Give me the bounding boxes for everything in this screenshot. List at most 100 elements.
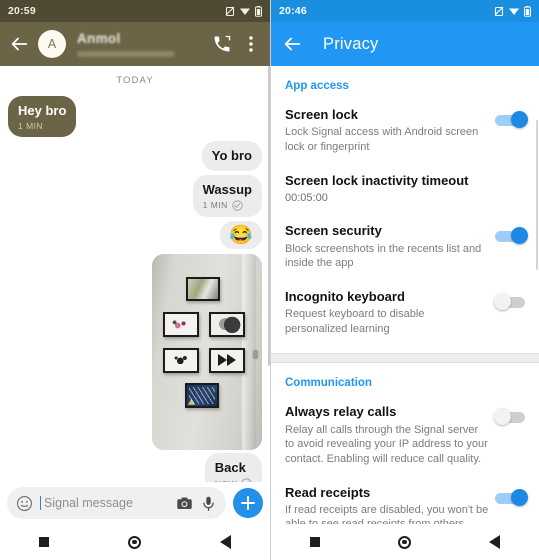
avatar[interactable]: A xyxy=(38,30,66,58)
setting-value: 00:05:00 xyxy=(285,191,328,204)
settings-list[interactable]: App access Screen lock Lock Signal acces… xyxy=(271,66,539,524)
setting-title: Screen lock inactivity timeout xyxy=(285,172,469,188)
contact-title[interactable]: Anmol xyxy=(77,31,202,57)
square-recents-icon[interactable] xyxy=(310,537,320,547)
setting-subtitle: If read receipts are disabled, you won't… xyxy=(285,503,489,524)
silent-icon xyxy=(494,6,504,17)
setting-text: Screen security Block screenshots in the… xyxy=(285,223,495,271)
wifi-icon xyxy=(508,6,520,16)
message-row-outgoing-emoji[interactable]: 😂 xyxy=(8,220,262,249)
left-nav-bar xyxy=(0,524,270,560)
square-recents-icon[interactable] xyxy=(39,537,50,547)
setting-text: Read receipts If read receipts are disab… xyxy=(285,485,495,525)
toggle-screen-lock[interactable] xyxy=(495,111,528,128)
section-header-communication: Communication xyxy=(285,377,372,390)
page-title: Privacy xyxy=(323,34,379,53)
circle-home-icon[interactable] xyxy=(398,535,411,549)
signal-chat-screen: 20:59 A Anmol TODAY Hey bro 1 MIN Yo bro… xyxy=(0,0,270,560)
framed-picture xyxy=(209,347,245,373)
left-status-bar: 20:59 xyxy=(0,0,270,22)
setting-text: Screen lock Lock Signal access with Andr… xyxy=(285,107,495,155)
message-row-outgoing[interactable]: Wassup 1 MIN xyxy=(8,174,262,217)
message-input-pill[interactable]: Signal message xyxy=(7,487,226,519)
circle-home-icon[interactable] xyxy=(127,535,141,549)
toggle-incognito-keyboard[interactable] xyxy=(494,292,527,310)
door-handle xyxy=(253,349,258,359)
contact-name: Anmol xyxy=(77,31,121,46)
toggle-read-receipts[interactable] xyxy=(495,488,528,506)
message-input[interactable]: Signal message xyxy=(44,496,169,510)
setting-title: Incognito keyboard xyxy=(285,288,405,304)
status-icons xyxy=(494,5,531,17)
emoji-smiley-icon[interactable] xyxy=(16,495,33,512)
message-bubble-emoji[interactable]: 😂 xyxy=(220,220,262,249)
message-bubble[interactable]: Yo bro xyxy=(201,141,262,171)
microphone-icon[interactable] xyxy=(200,495,217,512)
status-clock: 20:59 xyxy=(8,5,36,17)
toggle-always-relay-calls[interactable] xyxy=(494,408,527,426)
message-time: 1 MIN xyxy=(18,121,44,132)
message-row-outgoing-photo[interactable] xyxy=(8,253,262,450)
message-meta: 1 MIN xyxy=(18,121,66,131)
triangle-back-icon[interactable] xyxy=(489,535,500,549)
dual-screenshot-container: 20:59 A Anmol TODAY Hey bro 1 MIN Yo bro… xyxy=(0,0,539,560)
message-row-incoming[interactable]: Hey bro 1 MIN xyxy=(8,96,262,138)
setting-row-read-receipts[interactable]: Read receipts If read receipts are disab… xyxy=(271,476,539,525)
privacy-settings-screen: 20:46 Privacy App access Screen lock Loc… xyxy=(270,0,539,560)
framed-picture xyxy=(163,347,199,373)
triangle-back-icon[interactable] xyxy=(219,535,231,549)
setting-row-screen-lock[interactable]: Screen lock Lock Signal access with Andr… xyxy=(271,98,539,164)
framed-picture xyxy=(163,311,199,337)
message-row-outgoing[interactable]: Back NOW xyxy=(8,452,262,482)
setting-subtitle: Relay all calls through the Signal serve… xyxy=(285,423,488,465)
text-caret xyxy=(40,496,41,510)
toggle-screen-security[interactable] xyxy=(495,227,528,245)
message-meta: 1 MIN xyxy=(203,200,252,211)
privacy-app-bar: Privacy xyxy=(271,22,539,66)
plus-icon xyxy=(241,496,255,510)
right-status-bar: 20:46 xyxy=(271,0,539,22)
setting-subtitle: Request keyboard to disable personalized… xyxy=(285,308,425,335)
read-receipt-icon xyxy=(232,200,243,211)
setting-text: Always relay calls Relay all calls throu… xyxy=(285,404,495,466)
back-arrow-icon[interactable] xyxy=(281,33,303,55)
photo-attachment[interactable] xyxy=(152,253,262,450)
camera-icon[interactable] xyxy=(176,495,193,512)
back-arrow-icon[interactable] xyxy=(8,33,30,55)
status-icons xyxy=(225,5,262,17)
framed-picture xyxy=(185,382,219,408)
message-text: Yo bro xyxy=(211,148,252,164)
message-row-outgoing[interactable]: Yo bro xyxy=(8,141,262,171)
setting-row-incognito-keyboard[interactable]: Incognito keyboard Request keyboard to d… xyxy=(271,280,539,346)
battery-icon xyxy=(255,5,262,17)
setting-text: Incognito keyboard Request keyboard to d… xyxy=(285,289,495,337)
message-composer: Signal message xyxy=(0,482,270,524)
message-bubble[interactable]: Back NOW xyxy=(204,452,262,482)
attachment-plus-button[interactable] xyxy=(233,488,263,518)
right-nav-bar xyxy=(271,524,539,560)
message-text: Wassup xyxy=(202,181,252,197)
contact-subtitle-redacted xyxy=(77,51,175,57)
setting-row-screen-lock-timeout[interactable]: Screen lock inactivity timeout 00:05:00 xyxy=(271,164,539,215)
setting-title: Read receipts xyxy=(285,484,371,500)
day-divider-label: TODAY xyxy=(116,75,154,86)
battery-icon xyxy=(524,5,531,17)
setting-text: Screen lock inactivity timeout 00:05:00 xyxy=(285,173,527,206)
message-bubble[interactable]: Wassup 1 MIN xyxy=(192,174,262,217)
wifi-icon xyxy=(239,6,251,16)
message-list[interactable]: TODAY Hey bro 1 MIN Yo bro Wassup 1 MIN … xyxy=(0,66,270,482)
framed-picture xyxy=(209,311,245,337)
kebab-menu-icon[interactable] xyxy=(244,34,258,54)
setting-row-always-relay-calls[interactable]: Always relay calls Relay all calls throu… xyxy=(271,395,539,475)
message-bubble[interactable]: Hey bro 1 MIN xyxy=(8,96,77,138)
setting-row-screen-security[interactable]: Screen security Block screenshots in the… xyxy=(271,214,539,280)
phone-call-icon[interactable] xyxy=(212,34,232,54)
settings-scrollbar[interactable] xyxy=(536,120,538,270)
silent-icon xyxy=(225,6,235,17)
section-divider xyxy=(271,353,539,364)
chat-app-bar: A Anmol xyxy=(0,22,270,66)
setting-title: Always relay calls xyxy=(285,404,397,420)
setting-title: Screen security xyxy=(285,223,382,239)
message-time: 1 MIN xyxy=(202,200,228,211)
status-clock: 20:46 xyxy=(279,5,307,17)
